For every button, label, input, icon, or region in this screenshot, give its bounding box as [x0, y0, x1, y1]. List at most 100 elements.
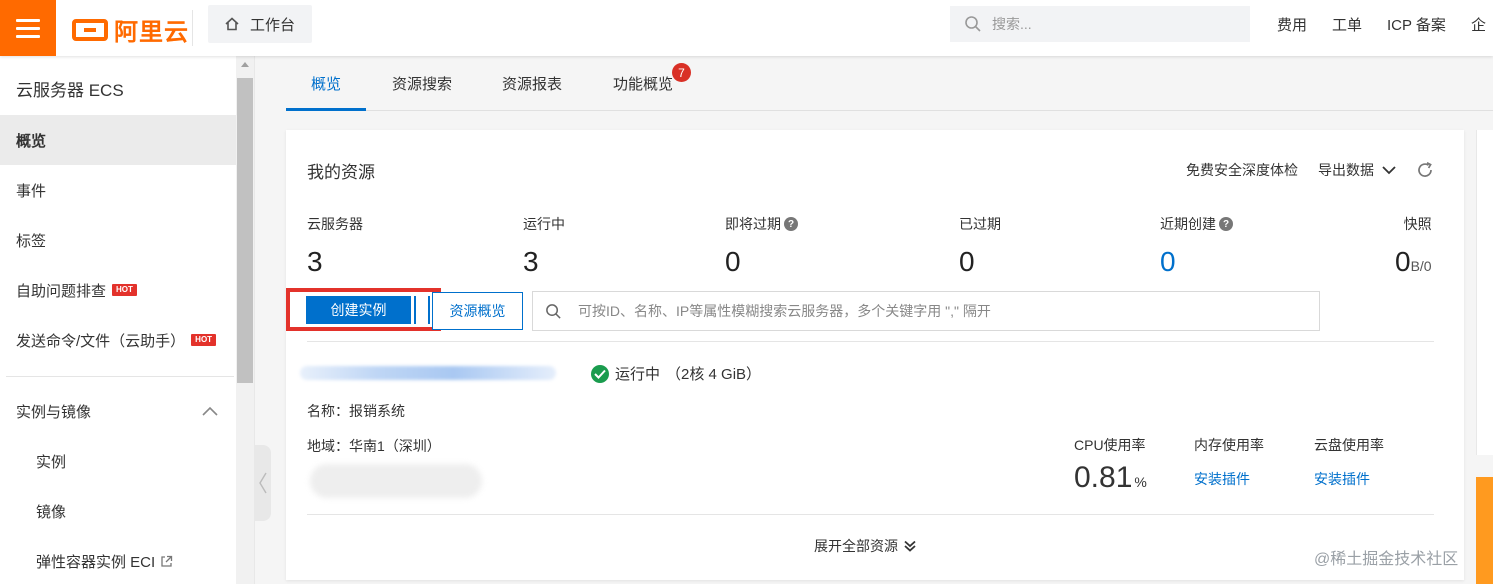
stat-label: 云服务器 [307, 216, 363, 232]
memory-usage: 内存使用率 安装插件 [1194, 435, 1264, 489]
stat-expiring[interactable]: 即将过期? 0 [725, 214, 798, 278]
divider [307, 341, 1434, 342]
install-plugin-link[interactable]: 安装插件 [1194, 469, 1264, 489]
stat-value: 0 [1160, 246, 1176, 277]
hot-badge: HOT [112, 284, 137, 296]
stat-snapshots[interactable]: 快照 0B/0 [1395, 214, 1432, 278]
instance-id-link-redacted[interactable] [300, 366, 556, 380]
nav-billing[interactable]: 费用 [1277, 14, 1307, 35]
chevron-left-icon [259, 472, 267, 494]
refresh-icon[interactable] [1416, 161, 1434, 179]
global-search[interactable] [950, 6, 1250, 42]
external-link-icon [161, 555, 173, 567]
sidebar-item-label: 概览 [16, 132, 47, 150]
stat-label: 已过期 [959, 216, 1001, 232]
tab-label: 资源搜索 [392, 76, 453, 93]
stat-label-row: 近期创建? [1160, 214, 1233, 234]
stat-value: 0 [959, 246, 975, 277]
nav-icp[interactable]: ICP 备案 [1387, 14, 1446, 35]
instance-status: 运行中 （2核 4 GiB） [591, 363, 761, 384]
top-bar: 阿里云 工作台 费用 工单 ICP 备案 企 [0, 0, 1493, 56]
stat-label: 近期创建 [1160, 216, 1216, 232]
sidebar-item-label: 标签 [16, 232, 47, 250]
help-icon[interactable]: ? [784, 217, 798, 231]
sidebar-item-label: 镜像 [36, 503, 67, 521]
search-icon [546, 303, 561, 319]
side-widget[interactable] [1476, 477, 1493, 584]
stat-recently-created[interactable]: 近期创建? 0 [1160, 214, 1233, 278]
workbench-button[interactable]: 工作台 [208, 5, 312, 43]
sidebar-item-overview[interactable]: 概览 [0, 115, 236, 165]
help-icon[interactable]: ? [1219, 217, 1233, 231]
tab-feature-overview[interactable]: 功能概览 7 [612, 56, 691, 111]
name-value: 报销系统 [349, 403, 405, 419]
region-value: 华南1（深圳） [349, 438, 441, 454]
divider [192, 10, 193, 46]
stat-running[interactable]: 运行中 3 [523, 214, 565, 278]
sidebar-item-events[interactable]: 事件 [0, 165, 236, 215]
double-chevron-down-icon [904, 540, 916, 552]
tab-label: 资源报表 [501, 76, 562, 93]
stat-servers[interactable]: 云服务器 3 [307, 214, 363, 278]
expand-all-resources[interactable]: 展开全部资源 [814, 536, 916, 556]
export-data-label: 导出数据 [1318, 162, 1374, 178]
create-instance-button[interactable]: 创建实例 [306, 296, 411, 324]
card-title: 我的资源 [307, 163, 375, 182]
tab-bar: 概览 资源搜索 资源报表 功能概览 7 [286, 56, 1493, 111]
instance-search-input[interactable] [578, 303, 1298, 319]
sidebar-item-label: 事件 [16, 182, 47, 200]
card-actions: 免费安全深度体检 导出数据 [1186, 160, 1434, 180]
instance-name: 名称：报销系统 [307, 401, 405, 421]
search-icon [965, 16, 981, 32]
scroll-up-arrow-icon[interactable] [241, 62, 249, 67]
aliyun-logo[interactable]: 阿里云 [72, 12, 189, 47]
watermark: @稀土掘金技术社区 [1314, 551, 1459, 568]
instance-spec: （2核 4 GiB） [666, 366, 762, 383]
global-search-input[interactable] [992, 16, 1222, 32]
name-label: 名称： [307, 403, 349, 419]
nav-tickets[interactable]: 工单 [1332, 14, 1362, 35]
tab-resource-report[interactable]: 资源报表 [501, 56, 563, 111]
sidebar-item-troubleshoot[interactable]: 自助问题排查 HOT [0, 265, 236, 315]
sidebar-item-eci[interactable]: 弹性容器实例 ECI [0, 536, 236, 584]
sidebar-group-instances-images[interactable]: 实例与镜像 [0, 386, 236, 436]
cpu-usage-unit: % [1134, 474, 1147, 490]
instance-region: 地域：华南1（深圳） [307, 436, 441, 456]
sidebar-item-cloud-assistant[interactable]: 发送命令/文件（云助手） HOT [0, 315, 236, 365]
sidebar-item-label: 发送命令/文件（云助手） [16, 332, 186, 350]
expand-label: 展开全部资源 [814, 538, 898, 554]
chevron-down-icon [1382, 165, 1396, 174]
tab-resource-search[interactable]: 资源搜索 [392, 56, 452, 111]
disk-usage-label: 云盘使用率 [1314, 437, 1384, 453]
sidebar-item-label: 弹性容器实例 ECI [36, 553, 156, 571]
resource-overview-button[interactable]: 资源概览 [432, 292, 523, 330]
stat-unit: B/0 [1410, 258, 1432, 274]
sidebar-item-tags[interactable]: 标签 [0, 215, 236, 265]
sidebar-collapse-handle[interactable] [255, 445, 271, 521]
create-instance-dropdown[interactable] [414, 296, 430, 324]
notification-badge: 7 [672, 63, 691, 82]
security-check-link[interactable]: 免费安全深度体检 [1186, 160, 1298, 180]
stat-expired[interactable]: 已过期 0 [959, 214, 1001, 278]
sidebar-scrollbar[interactable] [236, 56, 254, 584]
sidebar-divider [6, 376, 234, 377]
tab-overview[interactable]: 概览 [286, 56, 366, 111]
nav-enterprise[interactable]: 企 [1471, 14, 1486, 35]
tab-label: 功能概览 [612, 76, 673, 93]
hamburger-menu-icon[interactable] [0, 0, 56, 56]
sidebar-title: 云服务器 ECS [16, 81, 124, 100]
divider [307, 514, 1434, 515]
region-label: 地域： [307, 438, 349, 454]
sidebar-item-instances[interactable]: 实例 [0, 436, 236, 486]
home-icon [225, 17, 239, 31]
stat-label: 快照 [1403, 216, 1432, 232]
instance-search[interactable] [532, 291, 1320, 331]
stat-label-row: 即将过期? [725, 214, 798, 234]
export-data-dropdown[interactable]: 导出数据 [1318, 160, 1396, 180]
my-resources-card: 我的资源 免费安全深度体检 导出数据 云服务器 3 运行中 3 即将过期? 0 … [286, 130, 1464, 580]
stat-value: 0 [725, 246, 741, 277]
install-plugin-link[interactable]: 安装插件 [1314, 469, 1384, 489]
memory-usage-label: 内存使用率 [1194, 437, 1264, 453]
scrollbar-thumb[interactable] [237, 78, 253, 383]
sidebar-item-images[interactable]: 镜像 [0, 486, 236, 536]
